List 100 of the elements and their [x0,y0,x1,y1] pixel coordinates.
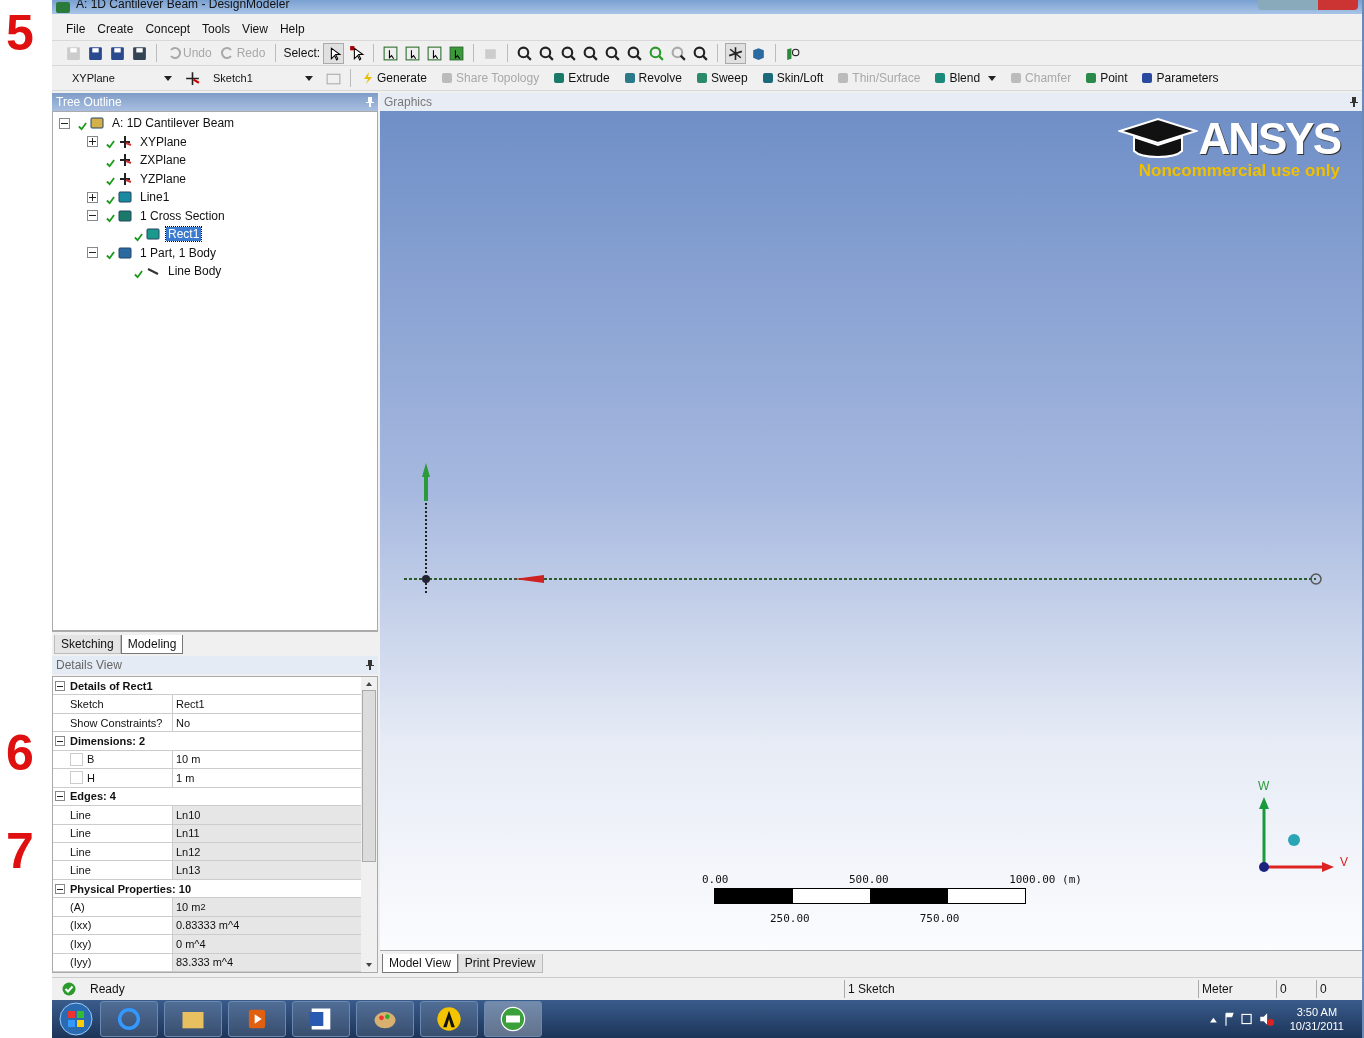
expander-icon[interactable] [87,247,98,259]
annotation-number: 5 [6,8,34,58]
sketch-dropdown[interactable]: Sketch1 [209,69,317,87]
expander-icon[interactable] [87,136,98,148]
graphics-viewport[interactable]: ANSYS Noncommercial use only 0.00 500.00 1000.00 (m) 250.00 750.00 W V [380,111,1362,950]
tree-item[interactable]: A: 1D Cantilever Beam [110,116,237,131]
feature-icon [933,71,948,85]
tree-item[interactable]: ZXPlane [138,153,189,168]
select-cursor-icon[interactable] [347,43,367,63]
collapse-icon[interactable] [55,736,65,747]
scale-label: 1000.00 (m) [1009,873,1082,886]
panel-title: Details View [56,658,122,672]
feature-button[interactable]: Extrude [549,71,613,85]
tree-item[interactable]: 1 Part, 1 Body [138,245,219,260]
tab[interactable]: Modeling [120,635,184,654]
clock-time[interactable]: 3:50 AM [1296,1004,1338,1019]
collapse-icon[interactable] [55,883,65,894]
taskbar-app-icon[interactable] [164,1001,222,1037]
selection-filter-icon[interactable] [447,43,467,63]
panel-title: Tree Outline [56,95,122,109]
status-field: 0 [1276,980,1316,998]
scale-label: 750.00 [919,912,960,925]
expander-icon[interactable] [59,117,70,129]
pin-icon[interactable] [1350,97,1358,107]
feature-button[interactable]: Generate [358,71,431,85]
feature-icon [694,71,709,85]
property-value[interactable]: Ln13 [173,861,361,879]
tree-node-icon [117,207,133,224]
select-cursor-icon[interactable] [323,42,345,64]
selection-filter-icon[interactable] [425,43,445,63]
property-value[interactable]: 10 m [173,750,361,769]
tree-node-icon [117,133,133,150]
panel-title: Graphics [384,95,433,109]
check-icon [134,232,143,242]
feature-icon [440,71,455,85]
tree-item[interactable]: Line Body [166,264,224,279]
feature-button[interactable]: Point [1081,71,1131,85]
property-value[interactable]: Ln10 [173,806,361,824]
plane-dropdown[interactable]: XYPlane [68,69,176,87]
clock-date[interactable]: 10/31/2011 [1289,1019,1344,1034]
parameter-checkbox[interactable] [70,771,83,785]
check-icon [78,121,87,131]
scale-label: 500.00 [848,873,889,886]
tab[interactable]: Sketching [54,635,121,654]
feature-button[interactable]: Blend [930,71,1000,85]
menu-item[interactable]: Tools [202,22,231,36]
lightning-icon [361,71,375,85]
tab[interactable]: Print Preview [457,954,543,973]
check-icon [62,982,76,996]
property-value[interactable]: No [173,713,361,732]
menu-item[interactable]: Create [97,22,134,36]
annotation-number: 6 [6,728,34,778]
pin-icon[interactable] [366,660,374,670]
property-name: Show Constraints? [67,713,173,732]
start-button[interactable] [58,1001,94,1037]
feature-button[interactable]: Revolve [619,71,685,85]
collapse-icon[interactable] [55,680,65,691]
caret-icon [305,75,313,81]
feature-icon [552,71,567,85]
tree-item[interactable]: 1 Cross Section [138,208,227,223]
property-value[interactable]: Rect1 [173,695,361,713]
tree-item[interactable]: Rect1 [166,227,202,242]
redo-icon [220,46,235,60]
tab[interactable]: Model View [382,954,458,973]
feature-button[interactable]: Sweep [691,71,751,85]
tree-node-icon [145,226,161,243]
scale-label: 0.00 [702,873,729,886]
app-icon [56,1,70,13]
scale-label: 250.00 [770,912,810,925]
tree-item[interactable]: Line1 [138,190,172,205]
feature-icon [1009,71,1024,85]
menu-item[interactable]: View [242,22,268,36]
property-value[interactable]: 0 m^4 [173,935,361,953]
status-message: Ready [90,982,126,996]
tree-item[interactable]: YZPlane [138,171,189,186]
feature-button[interactable]: Skin/Loft [757,71,827,85]
taskbar-app-icon[interactable] [292,1001,350,1037]
check-icon [106,251,115,261]
property-value[interactable]: 1 m [173,769,361,787]
selection-filter-icon[interactable] [381,43,401,63]
menu-item[interactable]: Concept [145,22,191,36]
menu-item[interactable]: File [66,22,86,36]
expander-icon[interactable] [87,191,98,203]
menu-item[interactable]: Help [279,22,305,36]
feature-button[interactable]: Parameters [1137,71,1222,85]
group-header: Dimensions: 2 [69,734,146,750]
taskbar-app-icon[interactable] [420,1001,478,1037]
scrollbar[interactable] [361,677,377,972]
property-name: B [67,750,173,769]
check-icon [134,269,143,279]
axis-icon[interactable] [725,42,747,64]
expander-icon[interactable] [87,210,98,222]
tree-node-icon [117,189,133,206]
selection-filter-icon[interactable] [403,43,423,63]
tree-item[interactable]: XYPlane [138,134,189,149]
axis-label: V [1340,855,1348,869]
collapse-icon[interactable] [55,791,65,802]
group-header: Edges: 4 [69,789,116,805]
parameter-checkbox[interactable] [70,752,83,766]
undo-icon [167,46,181,60]
